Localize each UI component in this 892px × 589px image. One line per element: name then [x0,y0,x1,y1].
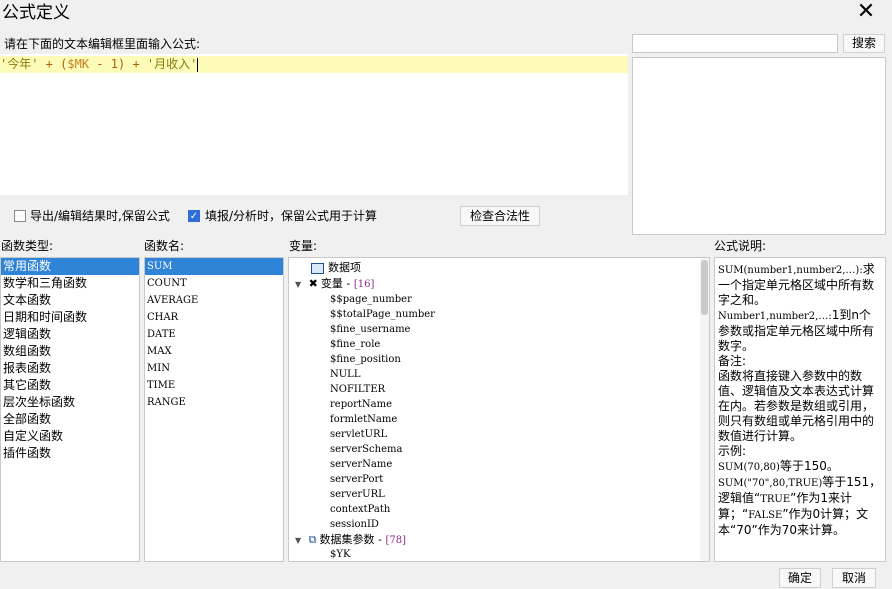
ok-button[interactable]: 确定 [779,568,821,588]
description-panel: SUM(number1,number2,…):求一个指定单元格区域中所有数字之和… [714,257,886,562]
check-validity-button[interactable]: 检查合法性 [460,206,540,226]
scrollbar[interactable] [700,258,709,561]
category-item[interactable]: 自定义函数 [1,428,139,445]
function-item[interactable]: DATE [145,326,283,343]
description-header: 公式说明: [714,239,767,253]
search-results-panel[interactable] [632,57,886,235]
keep-formula-export-checkbox[interactable] [14,210,26,222]
tree-item-variable[interactable]: serverName [330,457,392,472]
formula-token: '今年' [0,57,39,71]
title-bar [0,0,892,28]
category-item[interactable]: 文本函数 [1,292,139,309]
tree-item-variable[interactable]: $$page_number [330,292,412,307]
tree-item-variable[interactable]: $fine_position [330,352,401,367]
formula-line[interactable]: '今年' + ($MK - 1) + '月收入' [0,56,628,73]
formula-token: 1 [110,57,118,71]
category-item[interactable]: 常用函数 [1,258,139,275]
formula-editor[interactable]: '今年' + ($MK - 1) + '月收入' [0,54,628,195]
close-button[interactable]: ✕ [852,0,880,26]
tree-item-variable[interactable]: servletURL [330,427,387,442]
formula-token: + [38,57,61,71]
search-input[interactable] [632,34,838,53]
collapse-arrow-icon: ▼ [295,280,302,289]
formula-token: $MK [67,57,90,71]
category-item[interactable]: 其它函数 [1,377,139,394]
window-title: 公式定义 [2,3,70,23]
tree-item-variable[interactable]: $fine_role [330,337,380,352]
tree-item-variable[interactable]: serverSchema [330,442,402,457]
tree-group-dataset-params[interactable]: ▼ ⧉ 数据集参数 - [78] [295,532,406,547]
category-item[interactable]: 插件函数 [1,445,139,462]
category-item[interactable]: 全部函数 [1,411,139,428]
category-item[interactable]: 层次坐标函数 [1,394,139,411]
function-header: 函数名: [144,239,185,253]
keep-formula-fill-label: 填报/分析时，保留公式用于计算 [205,209,378,223]
tree-item-variable[interactable]: serverPort [330,472,383,487]
function-item[interactable]: CHAR [145,309,283,326]
tree-item-data-item[interactable]: 数据项 [311,260,361,275]
category-item[interactable]: 报表函数 [1,360,139,377]
function-item[interactable]: SUM [145,258,283,275]
variables-tree[interactable]: 数据项 ▼ ✖ 变量 - [16] $$page_number $$totalPa… [288,257,710,562]
editor-prompt: 请在下面的文本编辑框里面输入公式: [4,37,201,51]
function-item[interactable]: MAX [145,343,283,360]
tree-item-variable[interactable]: reportName [330,397,392,412]
tree-item-variable[interactable]: NOFILTER [330,382,385,397]
category-item[interactable]: 数组函数 [1,343,139,360]
function-item[interactable]: COUNT [145,275,283,292]
keep-formula-fill-checkbox[interactable]: ✓ [188,210,200,222]
text-caret [197,57,199,72]
tree-item-variable[interactable]: formletName [330,412,397,427]
category-item[interactable]: 数学和三角函数 [1,275,139,292]
formula-token: '月收入' [146,57,198,71]
variables-header: 变量: [289,239,318,253]
tree-item-variable[interactable]: $$totalPage_number [330,307,435,322]
category-item[interactable]: 逻辑函数 [1,326,139,343]
tree-group-variables[interactable]: ▼ ✖ 变量 - [16] [295,276,374,291]
keep-formula-export-label: 导出/编辑结果时,保留公式 [30,209,170,223]
category-item[interactable]: 日期和时间函数 [1,309,139,326]
variable-icon: ✖ [308,277,318,290]
function-item[interactable]: AVERAGE [145,292,283,309]
tree-item-variable[interactable]: contextPath [330,502,390,517]
formula-token: + [125,57,147,71]
formula-token: - [89,57,111,71]
tree-item-variable[interactable]: serverURL [330,487,385,502]
cancel-button[interactable]: 取消 [832,568,876,588]
tree-item-variable[interactable]: sessionID [330,517,379,532]
close-icon: ✕ [856,0,876,24]
function-item[interactable]: MIN [145,360,283,377]
category-header: 函数类型: [1,239,54,253]
category-list[interactable]: 常用函数 数学和三角函数 文本函数 日期和时间函数 逻辑函数 数组函数 报表函数… [0,257,140,562]
scrollbar-thumb[interactable] [701,260,708,315]
function-item[interactable]: RANGE [145,394,283,411]
table-icon [311,262,324,274]
tree-item-variable[interactable]: NULL [330,367,360,382]
search-button[interactable]: 搜索 [843,34,885,53]
tree-item-variable[interactable]: $fine_username [330,322,410,337]
function-list[interactable]: SUM COUNT AVERAGE CHAR DATE MAX MIN TIME… [144,257,284,562]
checkmark-icon: ✓ [189,211,199,222]
dataset-icon: ⧉ [308,533,317,546]
tree-item-dataset-param[interactable]: $YK [330,547,350,561]
collapse-arrow-icon: ▼ [295,536,302,545]
function-item[interactable]: TIME [145,377,283,394]
